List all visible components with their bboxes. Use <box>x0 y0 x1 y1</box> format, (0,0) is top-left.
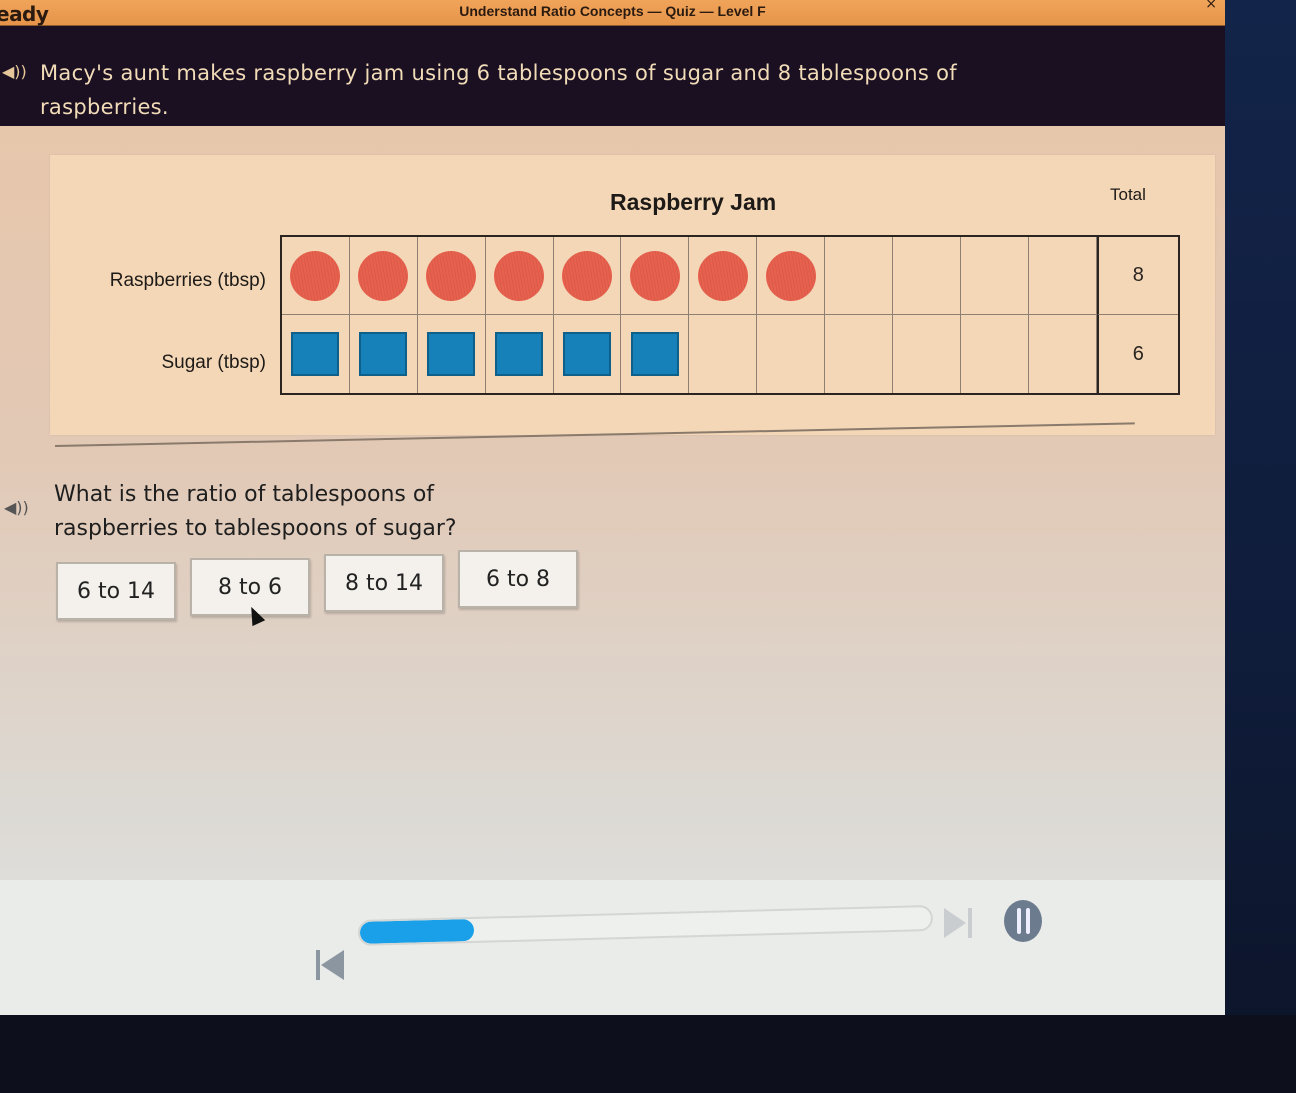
speaker-icon[interactable]: ◀)) <box>4 498 29 517</box>
raspberry-circle-icon <box>561 250 612 301</box>
grid-cell <box>282 237 350 315</box>
raspberry-circle-icon <box>629 250 680 301</box>
skip-back-icon[interactable] <box>316 950 344 980</box>
sugar-square-icon <box>562 332 611 376</box>
grid-cell <box>893 315 961 393</box>
grid-cell <box>757 315 826 393</box>
grid-cell <box>553 237 622 315</box>
grid-cell <box>1029 315 1097 393</box>
grid-cell <box>1028 237 1097 315</box>
row-total: 8 <box>1096 237 1178 315</box>
title-bar: eady Understand Ratio Concepts — Quiz — … <box>0 0 1225 26</box>
grid-cell <box>960 237 1029 315</box>
progress-bar[interactable] <box>357 904 934 946</box>
raspberry-circle-icon <box>765 250 816 301</box>
grid-cell <box>689 237 758 315</box>
pause-button[interactable] <box>1004 900 1042 942</box>
raspberry-circle-icon <box>358 250 409 301</box>
sugar-square-icon <box>495 332 544 376</box>
raspberry-circle-icon <box>426 250 477 301</box>
grid-cell <box>825 237 893 315</box>
grid-cell <box>418 315 486 393</box>
sugar-square-icon <box>427 332 476 376</box>
grid-cell <box>621 237 690 315</box>
raspberry-circle-icon <box>290 250 341 301</box>
grid-cell <box>825 315 893 393</box>
grid-cell <box>485 237 554 315</box>
answer-option-4[interactable]: 6 to 8 <box>458 550 578 608</box>
raspberry-circle-icon <box>494 250 545 301</box>
grid-cell <box>282 315 350 393</box>
grid-cell <box>486 315 554 393</box>
grid-cell <box>417 237 486 315</box>
answer-option-1[interactable]: 6 to 14 <box>56 562 176 620</box>
quiz-screen: eady Understand Ratio Concepts — Quiz — … <box>0 0 1260 1015</box>
grid-cell <box>961 315 1029 393</box>
total-header: Total <box>1110 185 1146 204</box>
window-title: Understand Ratio Concepts — Quiz — Level… <box>459 3 766 19</box>
pause-icon <box>1016 908 1021 934</box>
chart-card: Raspberry Jam Total Raspberries (tbsp) S… <box>50 155 1215 435</box>
row-label-sugar: Sugar (tbsp) <box>161 352 266 373</box>
grid-cell <box>757 237 826 315</box>
row-label-raspberries: Raspberries (tbsp) <box>109 270 266 291</box>
sugar-square-icon <box>630 332 679 376</box>
question-text: What is the ratio of tablespoons of rasp… <box>54 482 457 541</box>
chart-title: Raspberry Jam <box>610 189 777 215</box>
answer-option-3[interactable]: 8 to 14 <box>324 554 444 612</box>
grid-cell <box>554 315 622 393</box>
prompt-panel: ◀)) Macy's aunt makes raspberry jam usin… <box>0 26 1225 126</box>
row-total: 6 <box>1096 315 1178 393</box>
answer-choices: 6 to 14 8 to 6 8 to 14 6 to 8 <box>56 550 578 620</box>
skip-forward-icon[interactable] <box>944 908 974 938</box>
grid-cell <box>689 315 758 393</box>
grid-cell <box>892 237 961 315</box>
sugar-square-icon <box>291 332 340 376</box>
player-controls: ⚙ <box>0 880 1260 1015</box>
grid-cell <box>349 237 418 315</box>
monitor-bezel-bottom <box>0 1015 1296 1093</box>
monitor-bezel-right <box>1225 0 1296 1093</box>
grid-cell <box>621 315 690 393</box>
speaker-icon[interactable]: ◀)) <box>2 62 27 81</box>
ratio-table: 86 <box>280 235 1180 395</box>
prompt-text: Macy's aunt makes raspberry jam using 6 … <box>40 61 957 119</box>
grid-cell <box>350 315 418 393</box>
raspberry-circle-icon <box>697 250 748 301</box>
sugar-square-icon <box>359 332 408 376</box>
pause-icon <box>1025 908 1030 934</box>
close-button[interactable]: × <box>1205 0 1217 12</box>
progress-fill <box>359 918 475 944</box>
